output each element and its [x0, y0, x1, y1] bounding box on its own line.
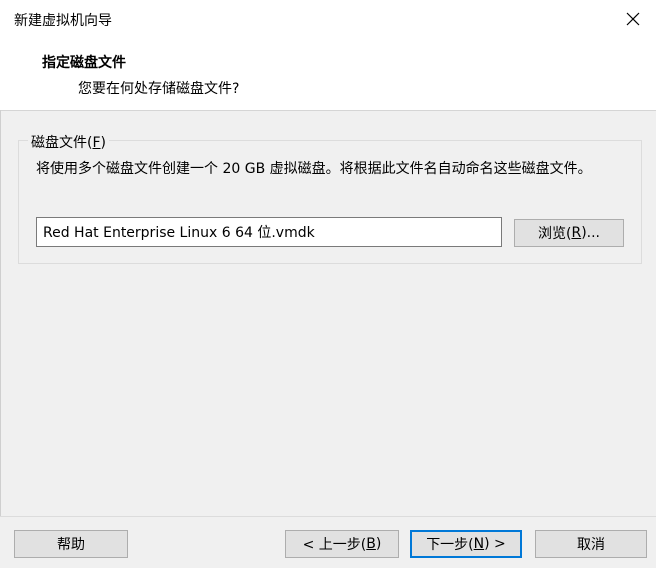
legend-text: 磁盘文件( — [31, 135, 93, 151]
next-label: 下一步( — [426, 537, 474, 553]
disk-file-group-label: 磁盘文件(F) — [28, 132, 109, 152]
legend-close: ) — [100, 135, 106, 151]
next-accelerator: N — [473, 536, 485, 552]
help-label: 帮助 — [57, 537, 85, 553]
next-suffix: ) > — [484, 536, 506, 552]
disk-file-description: 将使用多个磁盘文件创建一个 20 GB 虚拟磁盘。将根据此文件名自动命名这些磁盘… — [36, 161, 592, 177]
disk-filename-input[interactable] — [36, 217, 502, 247]
title-bar: 新建虚拟机向导 — [0, 0, 656, 38]
cancel-label: 取消 — [577, 537, 605, 553]
footer-divider — [0, 516, 656, 517]
cancel-button[interactable]: 取消 — [535, 530, 647, 558]
browse-accelerator: R — [571, 225, 582, 241]
back-button[interactable]: < 上一步(B) — [285, 530, 399, 558]
next-button[interactable]: 下一步(N) > — [410, 530, 522, 558]
back-label: < 上一步( — [302, 537, 367, 553]
browse-label: 浏览( — [537, 226, 572, 242]
legend-accelerator: F — [92, 135, 101, 151]
page-title: 指定磁盘文件 — [42, 55, 126, 71]
left-divider — [0, 110, 1, 516]
close-button[interactable] — [610, 0, 656, 38]
browse-suffix: )... — [581, 225, 600, 241]
help-button[interactable]: 帮助 — [14, 530, 128, 558]
back-suffix: ) — [375, 536, 382, 552]
back-accelerator: B — [366, 536, 376, 552]
close-icon — [626, 12, 640, 26]
window-title: 新建虚拟机向导 — [14, 13, 112, 29]
wizard-header: 指定磁盘文件 您要在何处存储磁盘文件? — [0, 38, 656, 111]
browse-button[interactable]: 浏览(R)... — [514, 219, 624, 247]
page-subtitle: 您要在何处存储磁盘文件? — [78, 81, 240, 97]
